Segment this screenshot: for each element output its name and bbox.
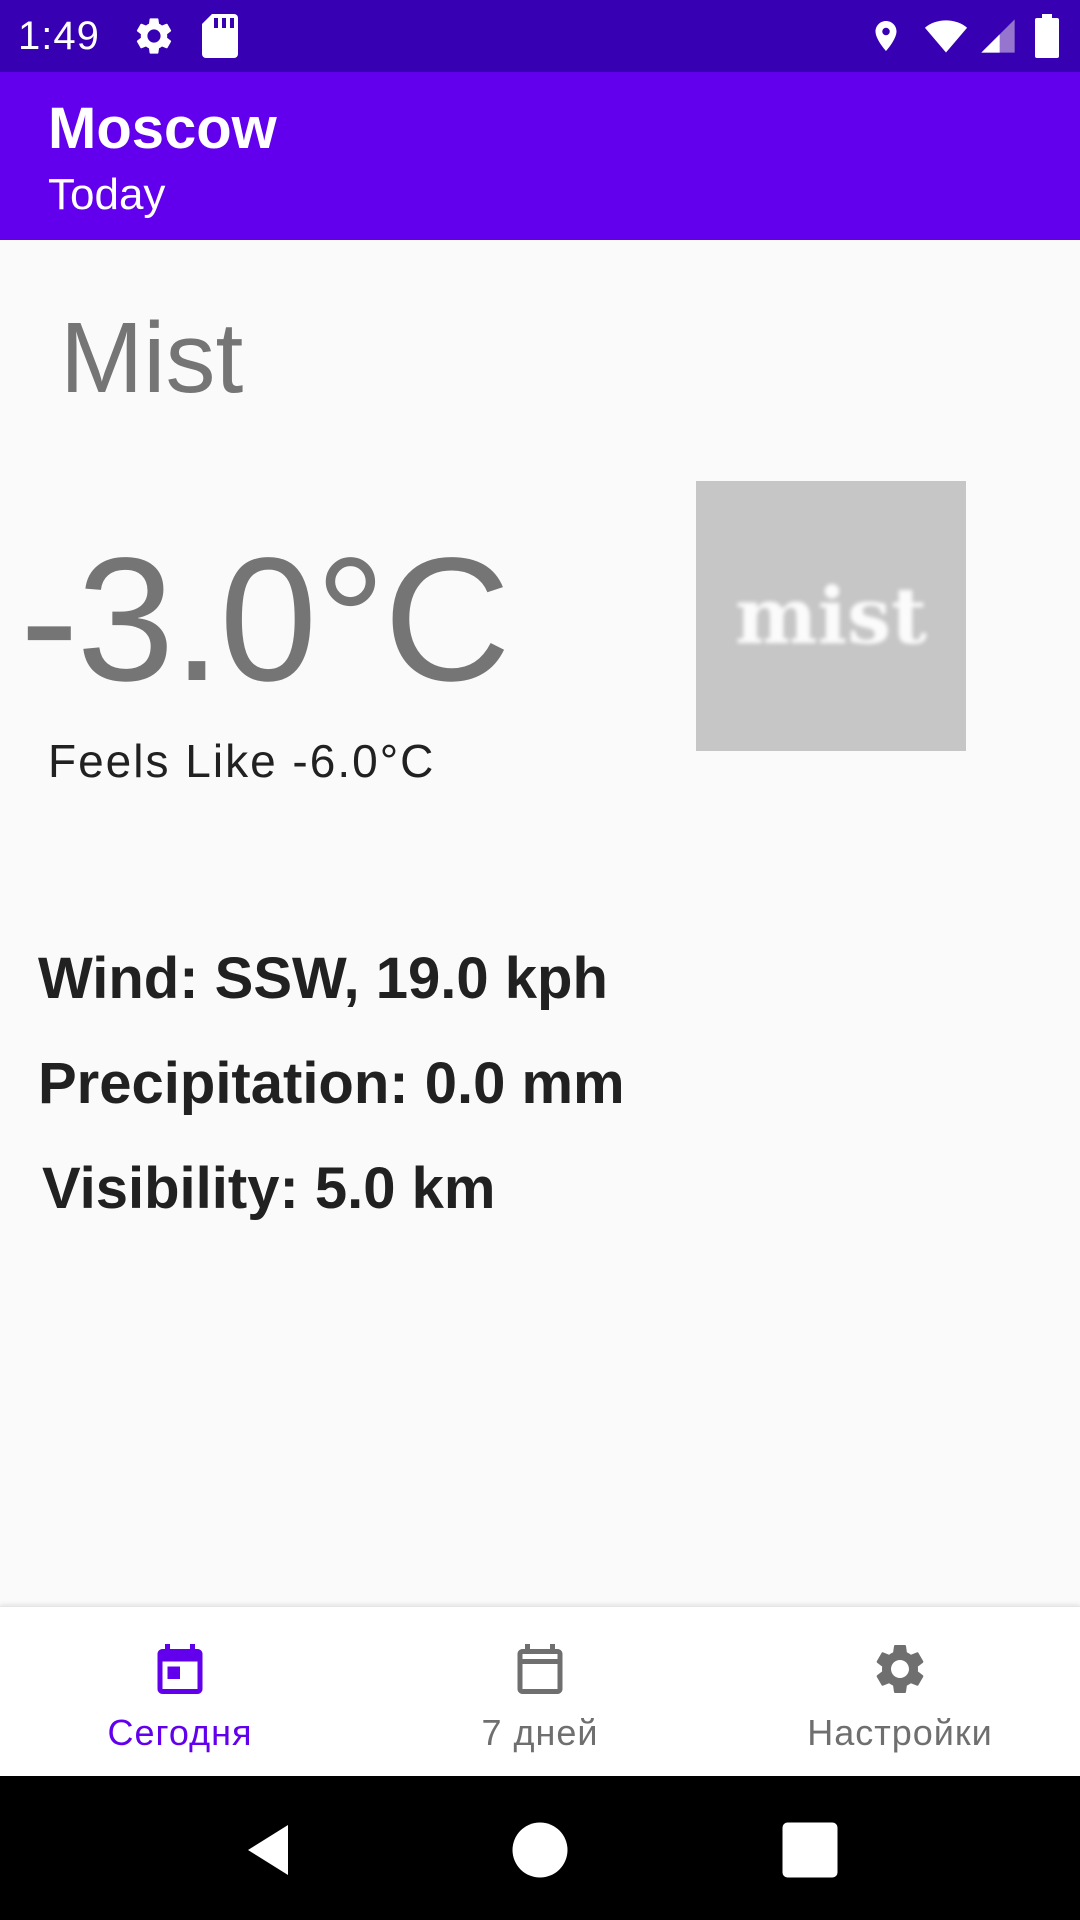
temperature: -3.0°C: [20, 522, 511, 718]
recents-button-icon[interactable]: [780, 1820, 840, 1880]
precipitation-info: Precipitation: 0.0 mm: [38, 1051, 625, 1116]
weather-image-label: mist: [734, 570, 928, 662]
status-time: 1:49: [18, 14, 100, 58]
nav-label-settings: Настройки: [807, 1712, 993, 1753]
app-bar: Moscow Today: [0, 72, 1080, 240]
status-bar: 1:49: [0, 0, 1080, 72]
day-subtitle: Today: [48, 170, 166, 219]
calendar-week-icon: [517, 1644, 563, 1694]
feels-like: Feels Like -6.0°C: [48, 735, 436, 787]
home-button-icon[interactable]: [510, 1820, 570, 1880]
bottom-navigation: Сегодня 7 дней Настройки: [0, 1606, 1080, 1777]
signal-icon: [981, 19, 1015, 53]
nav-item-today[interactable]: Сегодня: [0, 1607, 360, 1777]
weather-condition: Mist: [60, 302, 244, 414]
nav-label-today: Сегодня: [107, 1712, 253, 1753]
nav-label-7-days: 7 дней: [481, 1712, 599, 1753]
city-title: Moscow: [48, 96, 277, 161]
gear-icon: [136, 18, 172, 54]
nav-item-7-days[interactable]: 7 дней: [360, 1607, 720, 1777]
back-button-icon[interactable]: [238, 1820, 298, 1880]
weather-condition-image: mist: [696, 481, 966, 751]
visibility-info: Visibility: 5.0 km: [42, 1156, 496, 1221]
sd-card-icon: [202, 14, 238, 58]
battery-icon: [1035, 14, 1059, 58]
settings-icon: [876, 1645, 924, 1693]
wind-info: Wind: SSW, 19.0 kph: [38, 946, 608, 1011]
nav-item-settings[interactable]: Настройки: [720, 1607, 1080, 1777]
location-icon: [875, 21, 897, 51]
calendar-today-icon: [157, 1644, 203, 1694]
wifi-icon: [924, 20, 968, 53]
system-navigation-bar: [0, 1776, 1080, 1920]
